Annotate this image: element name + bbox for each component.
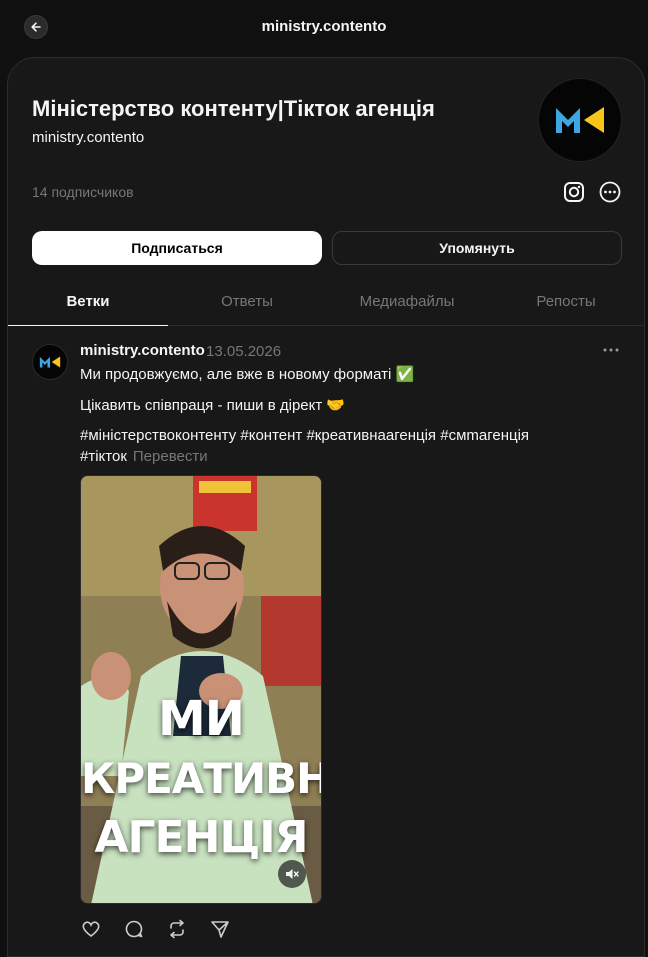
share-button[interactable]: [209, 918, 231, 940]
instagram-button[interactable]: [561, 179, 587, 205]
comment-icon: [125, 920, 143, 938]
profile-panel: Міністерство контенту|Тікток агенція min…: [7, 57, 645, 957]
send-icon: [211, 921, 229, 938]
heart-icon: [82, 921, 100, 938]
more-circle-icon: [599, 181, 621, 203]
post-date[interactable]: 13.05.2026: [206, 343, 281, 360]
instagram-icon: [564, 182, 584, 202]
repost-button[interactable]: [166, 918, 188, 940]
post-author[interactable]: ministry.contento: [80, 342, 205, 359]
post-text-line-1: Ми продовжуємо, але вже в новому форматі…: [80, 366, 415, 383]
translate-link[interactable]: Перевести: [133, 448, 208, 465]
page-title: ministry.contento: [261, 18, 387, 35]
repost-icon: [170, 919, 184, 939]
follow-button[interactable]: Подписаться: [32, 231, 322, 265]
tab-reposts[interactable]: Репосты: [486, 286, 644, 326]
speaker-muted-icon: [286, 869, 299, 879]
profile-avatar[interactable]: [538, 78, 622, 162]
profile-tabs: Ветки Ответы Медиафайлы Репосты: [8, 286, 644, 326]
tab-media[interactable]: Медиафайлы: [327, 286, 487, 326]
more-options-button[interactable]: [597, 179, 623, 205]
video-text-line-2: КРЕАТИВНА: [81, 754, 321, 803]
profile-name: Міністерство контенту|Тікток агенція: [32, 96, 435, 121]
post-more-button[interactable]: [600, 341, 622, 359]
hashtags[interactable]: #міністерствоконтенту #контент #креативн…: [80, 427, 529, 444]
brand-logo-icon: [39, 356, 61, 368]
profile-handle: ministry.contento: [32, 129, 145, 146]
video-text-line-1: МИ: [158, 691, 245, 747]
like-button[interactable]: [80, 918, 102, 940]
video-text-line-3: АГЕНЦІЯ: [94, 812, 308, 863]
tab-replies[interactable]: Ответы: [167, 286, 327, 326]
tab-threads[interactable]: Ветки: [8, 286, 168, 326]
more-horizontal-icon: [603, 348, 619, 352]
followers-count[interactable]: 14 подписчиков: [32, 184, 134, 200]
post-hashtags-line-1: #міністерствоконтенту #контент #креативн…: [80, 427, 529, 444]
post-text-line-2: Цікавить співпраця - пиши в дірект 🤝: [80, 397, 346, 414]
mute-button[interactable]: [278, 860, 306, 888]
top-bar: ministry.contento: [0, 0, 648, 56]
post-hashtags-line-2: #тікток Перевести: [80, 448, 208, 465]
post-avatar[interactable]: [32, 344, 68, 380]
post-video[interactable]: МИ КРЕАТИВНА АГЕНЦІЯ: [80, 475, 322, 904]
brand-logo-icon: [556, 107, 604, 133]
hashtag-tiktok[interactable]: #тікток: [80, 448, 127, 465]
mention-button[interactable]: Упомянуть: [332, 231, 622, 265]
reply-button[interactable]: [123, 918, 145, 940]
